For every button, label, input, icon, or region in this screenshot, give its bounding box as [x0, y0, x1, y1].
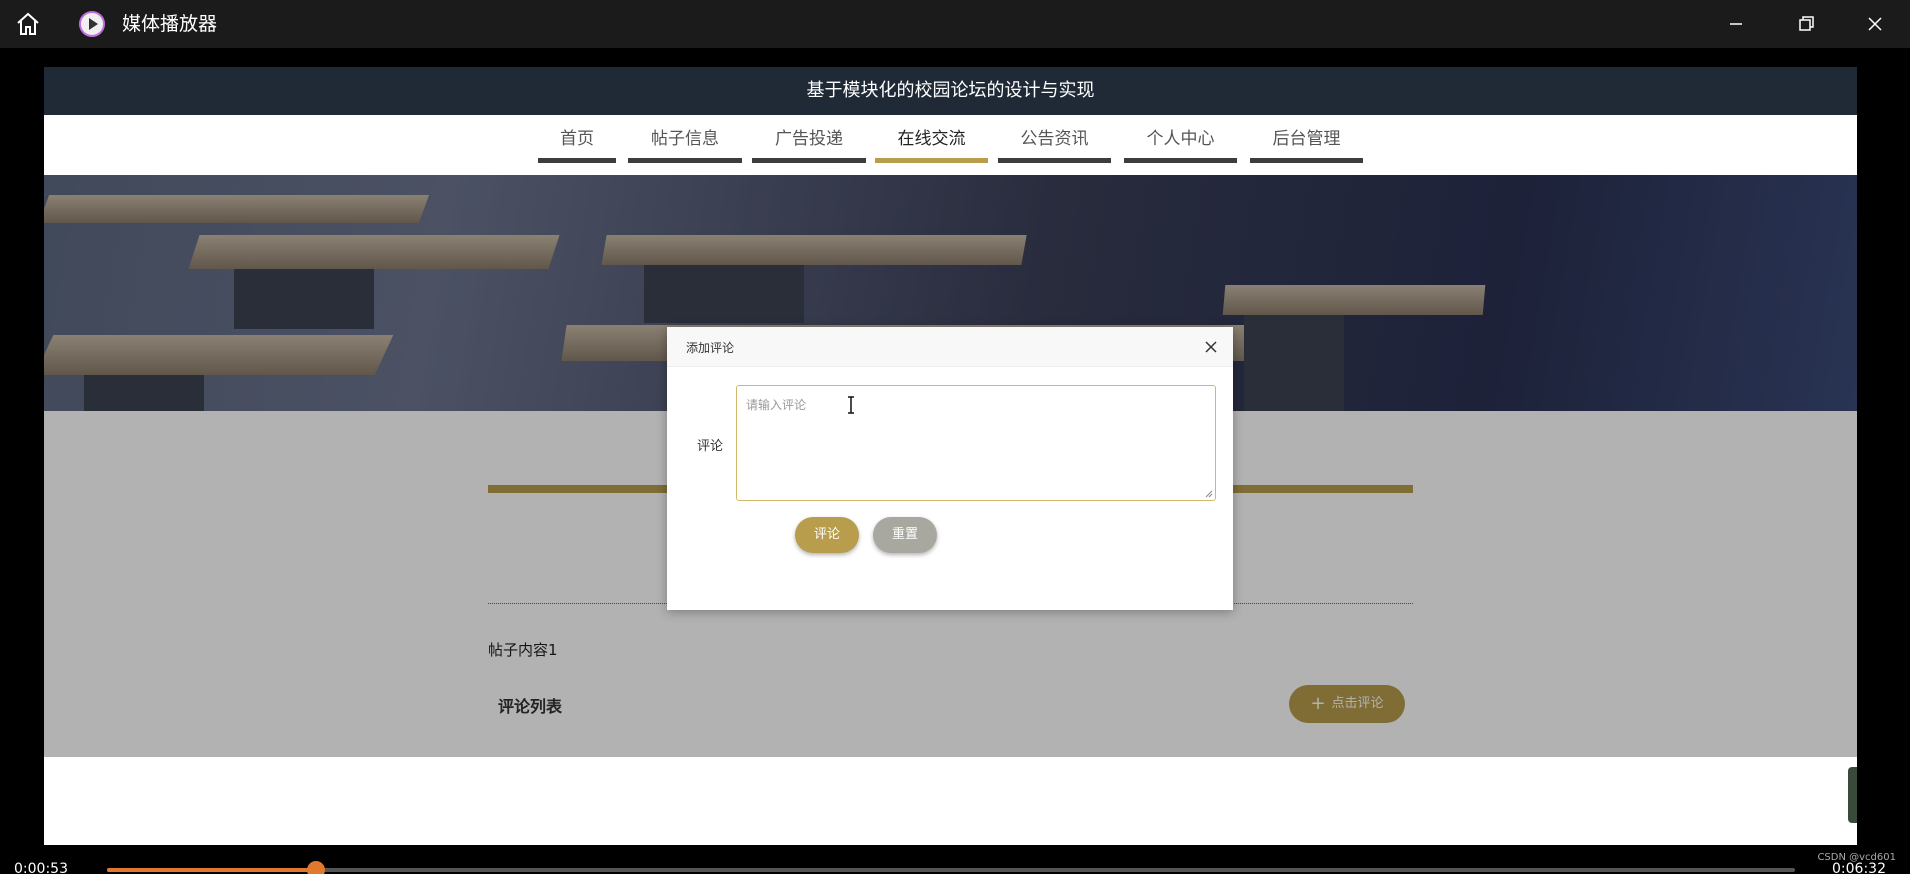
- minimize-icon[interactable]: [1722, 10, 1750, 38]
- reset-button[interactable]: 重置: [873, 517, 937, 553]
- current-time: 0:00:53: [14, 861, 68, 874]
- add-comment-dialog: 添加评论 评论 请输入评论 评论 重置: [667, 327, 1233, 610]
- home-icon[interactable]: [14, 10, 42, 38]
- seek-bar[interactable]: [107, 861, 1795, 874]
- nav-online-chat[interactable]: 在线交流: [875, 127, 988, 163]
- app-title: 媒体播放器: [122, 13, 218, 35]
- playback-controls: 0:00:53 CSDN @vcd601 0:06:32: [0, 845, 1910, 874]
- comment-textarea[interactable]: 请输入评论: [736, 385, 1216, 501]
- nav-ads[interactable]: 广告投递: [752, 127, 866, 163]
- media-player-icon: [79, 11, 105, 37]
- close-icon[interactable]: [1203, 339, 1219, 355]
- dialog-title: 添加评论: [686, 341, 735, 355]
- submit-comment-button[interactable]: 评论: [795, 517, 859, 553]
- video-frame: 基于模块化的校园论坛的设计与实现 首页 帖子信息 广告投递 在线交流 公告资讯 …: [44, 67, 1857, 845]
- site-nav: 首页 帖子信息 广告投递 在线交流 公告资讯 个人中心 后台管理: [44, 115, 1857, 175]
- side-panel-handle[interactable]: [1848, 767, 1857, 823]
- site-title: 基于模块化的校园论坛的设计与实现: [44, 67, 1857, 115]
- comment-placeholder: 请输入评论: [746, 398, 807, 412]
- nav-profile[interactable]: 个人中心: [1124, 127, 1237, 163]
- close-window-icon[interactable]: [1861, 10, 1889, 38]
- nav-posts[interactable]: 帖子信息: [628, 127, 742, 163]
- comment-field-label: 评论: [697, 439, 724, 454]
- text-cursor-icon: [848, 396, 854, 414]
- seek-bar-thumb[interactable]: [307, 861, 326, 874]
- player-title-bar: 媒体播放器: [0, 0, 1910, 48]
- page-footer-area: [44, 757, 1857, 845]
- nav-admin[interactable]: 后台管理: [1250, 127, 1363, 163]
- seek-bar-progress: [107, 868, 317, 872]
- total-time: 0:06:32: [1832, 861, 1886, 874]
- resize-handle-icon[interactable]: [1205, 490, 1213, 498]
- nav-home[interactable]: 首页: [538, 127, 616, 163]
- nav-announcements[interactable]: 公告资讯: [998, 127, 1111, 163]
- restore-icon[interactable]: [1792, 10, 1820, 38]
- dialog-header: 添加评论: [667, 327, 1233, 367]
